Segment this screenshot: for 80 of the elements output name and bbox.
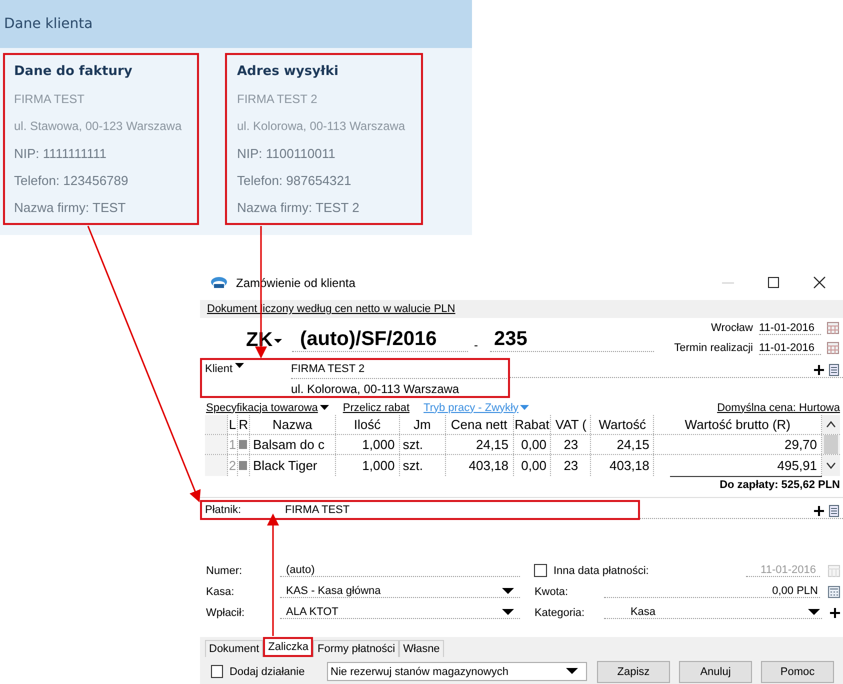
- document-number: (auto)/SF/2016: [292, 328, 468, 352]
- table-cell: 24,15: [446, 435, 514, 454]
- table-cell: 403,18: [446, 455, 514, 476]
- table-cell: Balsam do c: [250, 435, 336, 454]
- column-header[interactable]: VAT (: [551, 415, 592, 434]
- column-header[interactable]: Cena nett: [446, 415, 514, 434]
- amount-field[interactable]: 0,00 PLN: [604, 585, 820, 598]
- field-value: 1100110011: [266, 146, 336, 161]
- company-name: FIRMA TEST: [14, 92, 86, 108]
- company-name: FIRMA TEST 2: [237, 92, 318, 108]
- separator-text: -: [474, 338, 478, 352]
- client-dropdown[interactable]: Klient: [205, 363, 291, 377]
- dropdown-field[interactable]: Kasa: [604, 606, 822, 619]
- panel-title: Dane klienta: [4, 16, 93, 32]
- dialog-button[interactable]: Pomoc: [760, 660, 834, 682]
- dialog-button[interactable]: Zapisz: [596, 660, 670, 682]
- dialog-button[interactable]: Anuluj: [678, 660, 752, 682]
- form-label: Numer:: [206, 564, 244, 576]
- column-header[interactable]: L: [228, 415, 238, 434]
- address-text: ul. Stawowa, 00-123 Warszawa: [14, 119, 183, 135]
- date-field[interactable]: 11-01-2016: [759, 342, 821, 354]
- form-label: Kasa:: [206, 586, 236, 598]
- column-header[interactable]: Nazwa: [250, 415, 336, 434]
- checkbox-label: Dodaj działanie: [229, 666, 306, 678]
- document-sequence: 235: [490, 328, 654, 352]
- checkbox-label: Inna data płatności:: [553, 564, 649, 576]
- table-cell: szt.: [400, 435, 446, 454]
- field-label: Nazwa firmy:: [237, 200, 312, 215]
- payer-name: FIRMA TEST: [285, 504, 350, 516]
- tab[interactable]: Własne: [399, 640, 444, 657]
- table-cell: 24,15: [591, 435, 654, 454]
- card-heading: Adres wysyłki: [237, 64, 340, 81]
- client-address: ul. Kolorowa, 00-113 Warszawa: [291, 381, 460, 396]
- form-label: Wpłacił:: [206, 606, 246, 618]
- table-cell: 1,000: [336, 455, 400, 476]
- form-label: Kategoria:: [534, 606, 586, 618]
- table-cell: 1,000: [336, 435, 400, 454]
- field-label: Telefon:: [237, 173, 283, 188]
- date-label: Wrocław: [711, 322, 753, 334]
- field-label: NIP:: [237, 146, 262, 161]
- date-field[interactable]: 11-01-2016: [759, 322, 821, 334]
- column-header[interactable]: Ilość: [336, 415, 400, 434]
- date-label: Termin realizacji: [674, 342, 753, 354]
- input-field[interactable]: (auto): [280, 564, 520, 577]
- row-number: 2: [228, 455, 238, 476]
- column-header[interactable]: Rabat: [514, 415, 552, 434]
- table-cell: 403,18: [591, 455, 654, 476]
- field-label: Telefon:: [14, 173, 60, 188]
- tab[interactable]: Dokument: [205, 640, 264, 657]
- column-header[interactable]: Jm: [400, 415, 446, 434]
- field-label: Nazwa firmy:: [14, 200, 90, 215]
- reservation-dropdown[interactable]: Nie rezerwuj stanów magazynowych: [326, 662, 587, 681]
- recalculate-link[interactable]: Przelicz rabat: [342, 402, 410, 414]
- default-price-link[interactable]: Domyślna cena: Hurtowa: [717, 402, 840, 414]
- column-header[interactable]: R: [238, 415, 250, 434]
- table-cell: 0,00: [514, 455, 552, 476]
- tab[interactable]: Formy płatności: [313, 640, 400, 657]
- tab[interactable]: Zaliczka: [263, 637, 314, 657]
- table-cell: 23: [551, 435, 592, 454]
- field-label: NIP:: [14, 146, 40, 161]
- field-value: TEST 2: [316, 200, 360, 215]
- address-text: ul. Kolorowa, 00-113 Warszawa: [237, 119, 406, 135]
- field-value: 987654321: [286, 173, 352, 188]
- field-value: 1111111111: [42, 146, 107, 161]
- total-amount: Do zapłaty: 525,62 PLN: [720, 479, 840, 491]
- payer-label: Płatnik:: [205, 504, 242, 516]
- table-cell: Black Tiger: [250, 455, 336, 476]
- column-header[interactable]: Wartość: [591, 415, 654, 434]
- client-name: FIRMA TEST 2: [291, 363, 507, 379]
- table-cell: 0,00: [514, 435, 552, 454]
- card-heading: Dane do faktury: [14, 64, 134, 81]
- field-value: 123456789: [63, 173, 128, 188]
- form-label: Kwota:: [534, 586, 570, 598]
- row-number: 1: [228, 435, 238, 454]
- dropdown-field[interactable]: ALA KTOT: [280, 606, 520, 619]
- field-value: TEST: [92, 200, 126, 215]
- table-cell: szt.: [400, 455, 446, 476]
- table-cell: 23: [551, 455, 592, 476]
- dropdown-field[interactable]: KAS - Kasa główna: [280, 585, 520, 598]
- specification-dropdown[interactable]: Specyfikacja towarowa: [206, 402, 329, 414]
